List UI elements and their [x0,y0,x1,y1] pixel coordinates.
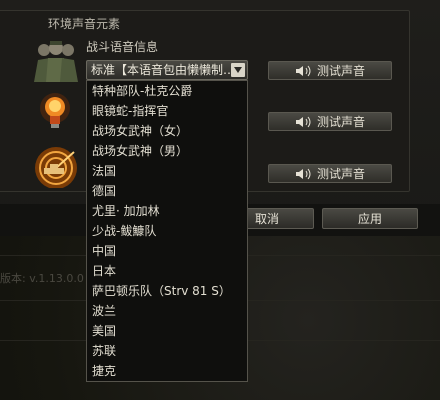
voice-option[interactable]: 特种部队-杜克公爵 [87,81,247,101]
test-sound-button-voice[interactable]: 测试声音 [268,61,392,80]
test-sound-button-radar[interactable]: 测试声音 [268,164,392,183]
speaker-icon [295,168,313,180]
soldiers-icon [30,38,82,82]
group-title: 环境声音元素 [48,17,121,31]
voice-option[interactable]: 眼镜蛇-指挥官 [87,101,247,121]
selected-voice: 标准【本语音包由懒懒制… [91,63,236,77]
voice-option[interactable]: 战场女武神（女） [87,121,247,141]
version-text: 版本: v.1.13.0.0 [0,272,84,285]
voice-option[interactable]: 波兰 [87,301,247,321]
speaker-icon [295,65,313,77]
apply-button[interactable]: 应用 [322,208,418,229]
voice-option[interactable]: 法国 [87,161,247,181]
speaker-icon [295,116,313,128]
test-sound-button-alarm[interactable]: 测试声音 [268,112,392,131]
voice-option[interactable]: 苏联 [87,341,247,361]
chevron-down-icon[interactable] [231,63,245,77]
voice-option[interactable]: 战场女武神（男） [87,141,247,161]
voice-option[interactable]: 日本 [87,261,247,281]
test-sound-label: 测试声音 [316,167,365,181]
test-sound-label: 测试声音 [316,115,365,129]
battle-voice-label: 战斗语音信息 [86,40,159,54]
voice-select[interactable]: 标准【本语音包由懒懒制… [86,60,248,80]
voice-options-list: 特种部队-杜克公爵 眼镜蛇-指挥官 战场女武神（女） 战场女武神（男） 法国 德国 尤里· … [86,80,248,382]
voice-option[interactable]: 少战-鲅鱇队 [87,221,247,241]
radar-icon [28,142,84,189]
test-sound-label: 测试声音 [316,64,365,78]
voice-option[interactable]: 捷克 [87,361,247,381]
voice-option[interactable]: 萨巴顿乐队（Strv 81 S） [87,281,247,301]
voice-option[interactable]: 中国 [87,241,247,261]
voice-option[interactable]: 美国 [87,321,247,341]
voice-option[interactable]: 尤里· 加加林 [87,201,247,221]
voice-option[interactable]: 德国 [87,181,247,201]
lightbulb-icon [38,92,72,134]
